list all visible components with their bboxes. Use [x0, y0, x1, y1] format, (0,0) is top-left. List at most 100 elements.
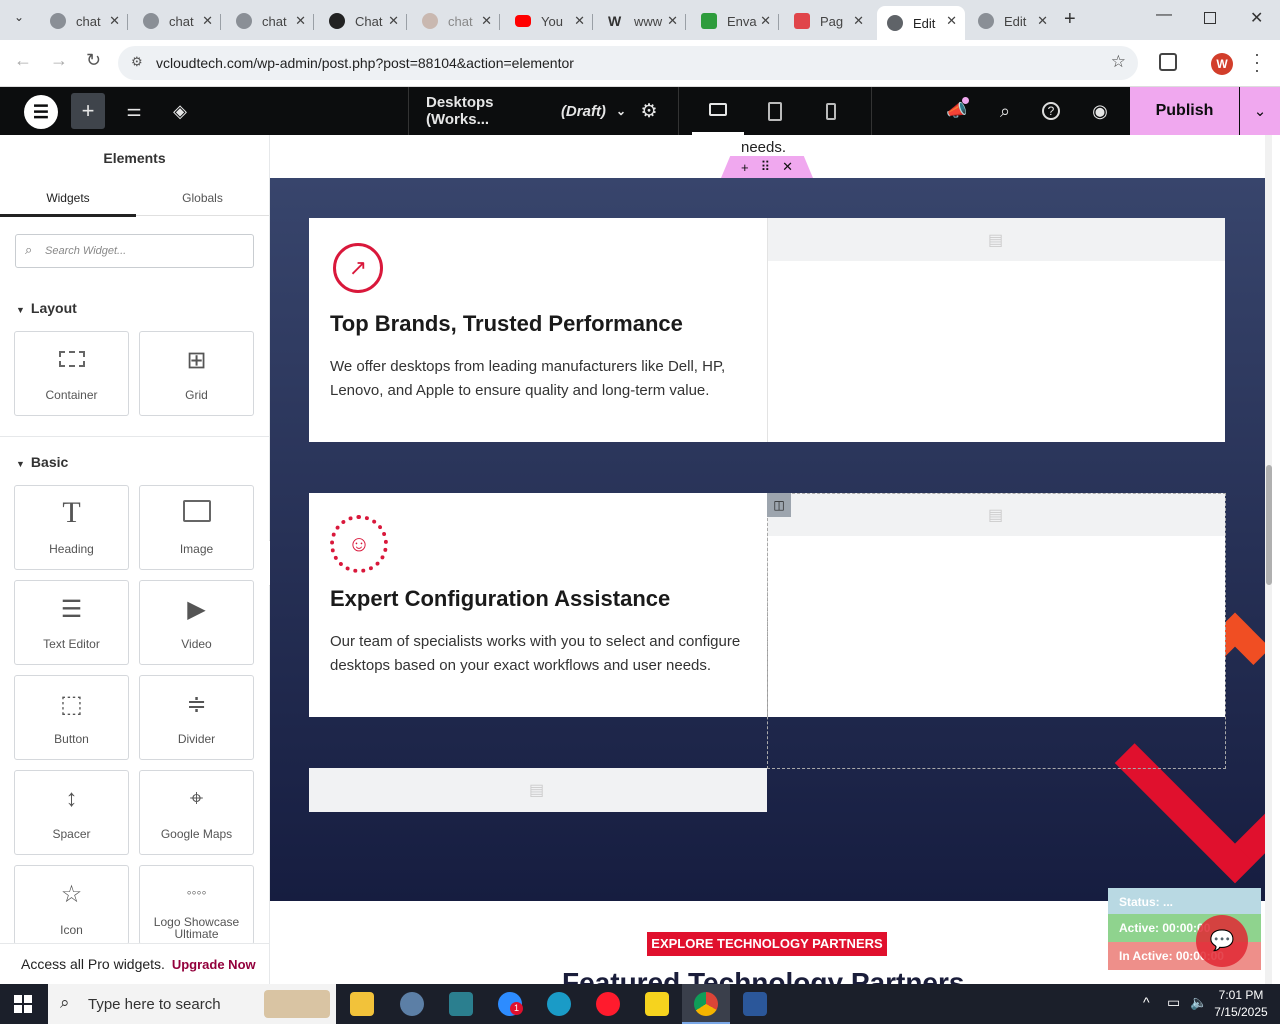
browser-menu-icon[interactable]: · · ·: [1254, 45, 1260, 79]
widget-icon[interactable]: ☆ Icon: [14, 865, 129, 945]
network-icon[interactable]: ▭: [1167, 994, 1180, 1011]
back-button[interactable]: ←: [14, 50, 32, 71]
widget-text-editor[interactable]: ☰ Text Editor: [14, 580, 129, 665]
browser-tab[interactable]: chat ✕: [133, 6, 221, 36]
feature-card[interactable]: ↗ Top Brands, Trusted Performance We off…: [309, 218, 767, 442]
close-tab-icon[interactable]: ✕: [760, 13, 771, 29]
widget-logo-showcase[interactable]: ◦◦◦◦ Logo Showcase Ultimate: [139, 865, 254, 945]
upgrade-now-link[interactable]: Upgrade Now: [172, 957, 256, 972]
close-tab-icon[interactable]: ✕: [853, 13, 864, 29]
chat-bubble-icon[interactable]: 💬: [1196, 915, 1248, 967]
tab-search-button[interactable]: ⌄: [8, 10, 30, 30]
browser-tab[interactable]: Wwww ✕: [598, 6, 686, 36]
close-tab-icon[interactable]: ✕: [481, 13, 492, 29]
tab-globals[interactable]: Globals: [136, 191, 269, 205]
mobile-view-icon[interactable]: [820, 87, 842, 135]
site-info-icon[interactable]: ⚙: [131, 54, 143, 70]
sticky-notes-icon[interactable]: [645, 992, 669, 1016]
site-settings-icon[interactable]: ⚌: [120, 87, 148, 135]
structure-layers-icon[interactable]: ◈: [166, 87, 194, 135]
widget-button[interactable]: ⬚ Button: [14, 675, 129, 760]
search-widget-field[interactable]: ⌕ Search Widget...: [15, 234, 254, 268]
column-selection-outline: [767, 493, 1226, 769]
notifications-megaphone-icon[interactable]: 📣: [944, 87, 970, 135]
add-element-button[interactable]: +: [71, 93, 105, 129]
close-tab-icon[interactable]: ✕: [295, 13, 306, 29]
close-tab-icon[interactable]: ✕: [202, 13, 213, 29]
extensions-icon[interactable]: [1159, 53, 1177, 71]
zoom-badge: 1: [510, 1002, 523, 1015]
elementor-logo-icon[interactable]: ☰: [24, 95, 58, 129]
feature-card[interactable]: ☺ Expert Configuration Assistance Our te…: [309, 493, 767, 717]
publish-button[interactable]: Publish: [1130, 87, 1239, 135]
search-icon[interactable]: ⌕: [992, 87, 1018, 135]
word-icon[interactable]: [743, 992, 767, 1016]
widget-google-maps[interactable]: ⌖ Google Maps: [139, 770, 254, 855]
add-section-icon[interactable]: +: [741, 160, 749, 175]
close-tab-icon[interactable]: ✕: [946, 13, 957, 29]
close-tab-icon[interactable]: ✕: [388, 13, 399, 29]
tray-chevron-icon[interactable]: ^: [1143, 994, 1150, 1010]
column-handle-icon[interactable]: ◫: [767, 493, 791, 517]
restore-button[interactable]: [1204, 12, 1216, 24]
close-window-button[interactable]: ✕: [1250, 8, 1263, 28]
browser-tab[interactable]: You ✕: [505, 6, 593, 36]
image-placeholder[interactable]: ▤: [767, 218, 1225, 442]
widget-divider[interactable]: ≑ Divider: [139, 675, 254, 760]
forward-button[interactable]: →: [50, 50, 68, 71]
widget-image[interactable]: Image: [139, 485, 254, 570]
canvas-scrollbar[interactable]: [1265, 135, 1272, 984]
widget-container[interactable]: Container: [14, 331, 129, 416]
widget-heading[interactable]: T Heading: [14, 485, 129, 570]
page-settings-gear-icon[interactable]: ⚙: [636, 87, 662, 135]
chrome-icon[interactable]: [694, 992, 718, 1016]
section-handle[interactable]: + ⠿ ✕: [721, 156, 813, 178]
profile-avatar[interactable]: W: [1211, 53, 1233, 75]
minimize-button[interactable]: —: [1156, 6, 1172, 24]
browser-tab[interactable]: Enva ✕: [691, 6, 779, 36]
browser-tab[interactable]: Pag ✕: [784, 6, 872, 36]
file-explorer-icon[interactable]: [350, 992, 374, 1016]
edge-icon[interactable]: [547, 992, 571, 1016]
browser-tab[interactable]: Chat ✕: [319, 6, 407, 36]
volume-icon[interactable]: 🔈: [1190, 994, 1207, 1011]
widget-placeholder[interactable]: ▤: [309, 768, 767, 812]
search-widget-input[interactable]: Search Widget...: [45, 245, 126, 257]
layout-section-toggle[interactable]: ▼ Layout: [16, 300, 77, 316]
browser-tab[interactable]: chat ✕: [40, 6, 128, 36]
taskbar-search[interactable]: ⌕ Type here to search: [48, 984, 336, 1024]
address-bar[interactable]: ⚙ vcloudtech.com/wp-admin/post.php?post=…: [118, 46, 1138, 80]
close-tab-icon[interactable]: ✕: [667, 13, 678, 29]
delete-section-icon[interactable]: ✕: [782, 159, 793, 175]
clock-time[interactable]: 7:01 PM: [1210, 988, 1272, 1002]
browser-tab[interactable]: chat ✕: [226, 6, 314, 36]
features-section[interactable]: ↗ Top Brands, Trusted Performance We off…: [270, 178, 1272, 901]
start-button[interactable]: [14, 995, 32, 1013]
tablet-view-icon[interactable]: [762, 87, 788, 135]
browser-tab-active[interactable]: Edit ✕: [877, 6, 965, 40]
preview-eye-icon[interactable]: ◉: [1088, 87, 1112, 135]
close-tab-icon[interactable]: ✕: [574, 13, 585, 29]
reload-button[interactable]: ↻: [86, 50, 101, 71]
basic-section-toggle[interactable]: ▼ Basic: [16, 454, 68, 470]
tab-widgets[interactable]: Widgets: [0, 191, 136, 205]
app-icon[interactable]: [449, 992, 473, 1016]
close-tab-icon[interactable]: ✕: [1037, 13, 1048, 29]
page-title-dropdown[interactable]: Desktops (Works... (Draft) ⌄: [426, 87, 626, 135]
widget-spacer[interactable]: ↕ Spacer: [14, 770, 129, 855]
widget-video[interactable]: ▶ Video: [139, 580, 254, 665]
help-icon[interactable]: ?: [1040, 87, 1062, 135]
browser-tab[interactable]: chat ✕: [412, 6, 500, 36]
opera-icon[interactable]: [596, 992, 620, 1016]
clock-date[interactable]: 7/15/2025: [1210, 1005, 1272, 1019]
scrollbar-thumb[interactable]: [1266, 465, 1272, 585]
bookmark-star-icon[interactable]: ☆: [1111, 52, 1126, 72]
browser-tab[interactable]: Edit ✕: [968, 6, 1056, 36]
new-tab-button[interactable]: +: [1064, 8, 1076, 31]
close-tab-icon[interactable]: ✕: [109, 13, 120, 29]
app-icon[interactable]: [400, 992, 424, 1016]
publish-options-button[interactable]: ⌄: [1240, 87, 1280, 135]
widget-grid[interactable]: ⊞ Grid: [139, 331, 254, 416]
drag-handle-icon[interactable]: ⠿: [761, 159, 771, 175]
desktop-view-icon[interactable]: [692, 87, 744, 135]
